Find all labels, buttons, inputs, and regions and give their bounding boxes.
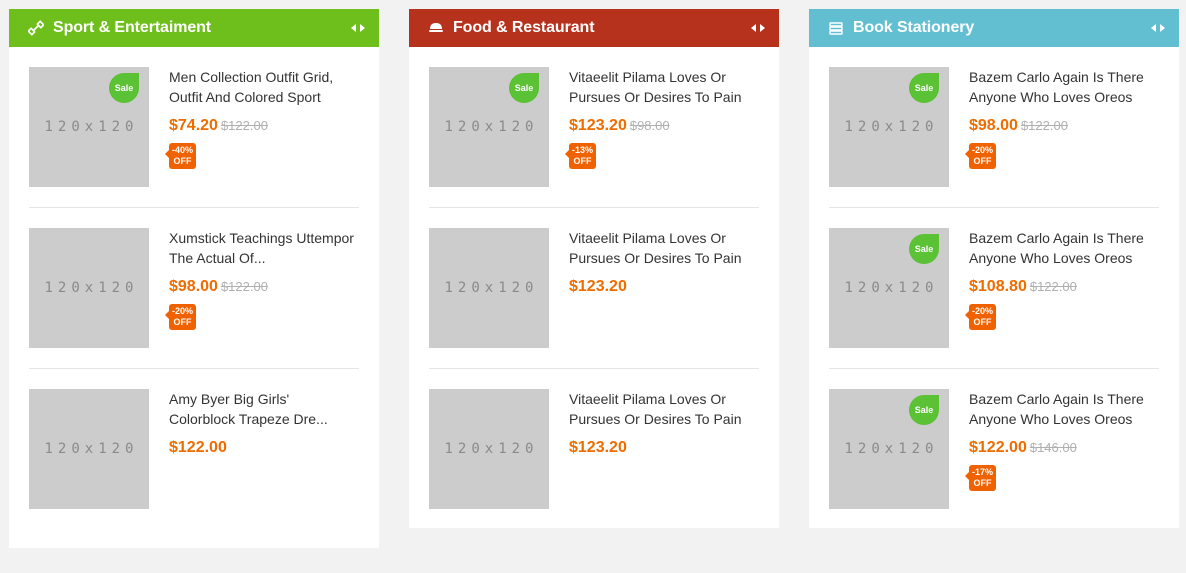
product-item: 120x120 Sale Bazem Carlo Again Is There …: [829, 47, 1159, 208]
discount-percent: -40%: [172, 145, 194, 155]
product-item: 120x120 Vitaeelit Pilama Loves Or Pursue…: [429, 208, 759, 369]
product-thumbnail[interactable]: 120x120 Sale: [429, 67, 549, 187]
product-old-price: $122.00: [220, 279, 268, 294]
product-item: 120x120 Vitaeelit Pilama Loves Or Pursue…: [429, 369, 759, 530]
product-thumbnail[interactable]: 120x120 Sale: [829, 228, 949, 348]
arrow-left-icon[interactable]: [1151, 24, 1156, 32]
product-item: 120x120 Sale Bazem Carlo Again Is There …: [829, 208, 1159, 369]
carousel-nav[interactable]: [349, 20, 367, 36]
arrow-right-icon[interactable]: [760, 24, 765, 32]
panel-header: Book Stationery: [809, 9, 1179, 47]
product-thumbnail[interactable]: 120x120: [429, 389, 549, 509]
discount-percent: -13%: [572, 145, 594, 155]
discount-off: OFF: [973, 317, 992, 327]
arrow-right-icon[interactable]: [1160, 24, 1165, 32]
carousel-nav[interactable]: [1149, 20, 1167, 36]
product-price: $123.20: [569, 439, 627, 456]
sale-badge: Sale: [109, 73, 139, 103]
sale-badge: Sale: [909, 73, 939, 103]
product-list: 120x120 Sale Bazem Carlo Again Is There …: [809, 47, 1179, 530]
discount-badge: -20% OFF: [965, 304, 996, 330]
discount-badge: -13% OFF: [565, 143, 596, 169]
product-old-price: $98.00: [629, 118, 670, 133]
panel-header: Food & Restaurant: [409, 9, 779, 47]
product-list: 120x120 Sale Men Collection Outfit Grid,…: [9, 47, 379, 530]
panel-title: Sport & Entertaiment: [53, 19, 212, 36]
product-thumbnail[interactable]: 120x120 Sale: [829, 67, 949, 187]
panel-sport-entertainment: Sport & Entertaiment 120x120 Sale Men Co…: [9, 9, 379, 548]
product-title[interactable]: Bazem Carlo Again Is There Anyone Who Lo…: [969, 389, 1159, 429]
product-price: $98.00: [969, 117, 1018, 134]
product-thumbnail[interactable]: 120x120: [29, 389, 149, 509]
product-old-price: $122.00: [1029, 279, 1077, 294]
discount-off: OFF: [173, 317, 192, 327]
thumbnail-placeholder: 120x120: [844, 280, 939, 296]
product-thumbnail[interactable]: 120x120 Sale: [29, 67, 149, 187]
product-price: $122.00: [969, 439, 1027, 456]
product-price: $122.00: [169, 439, 227, 456]
thumbnail-placeholder: 120x120: [444, 119, 539, 135]
product-thumbnail[interactable]: 120x120: [429, 228, 549, 348]
panel-title: Book Stationery: [853, 19, 975, 36]
discount-off: OFF: [573, 156, 592, 166]
product-item: 120x120 Xumstick Teachings Uttempor The …: [29, 208, 359, 369]
arrow-left-icon[interactable]: [351, 24, 356, 32]
discount-percent: -20%: [172, 306, 194, 316]
discount-badge: -20% OFF: [165, 304, 196, 330]
discount-off: OFF: [173, 156, 192, 166]
food-icon: [427, 19, 445, 37]
product-title[interactable]: Xumstick Teachings Uttempor The Actual O…: [169, 228, 359, 268]
arrow-left-icon[interactable]: [751, 24, 756, 32]
product-price: $98.00: [169, 278, 218, 295]
product-price: $123.20: [569, 278, 627, 295]
sale-badge: Sale: [509, 73, 539, 103]
product-title[interactable]: Vitaeelit Pilama Loves Or Pursues Or Des…: [569, 228, 759, 268]
panel-title: Food & Restaurant: [453, 19, 595, 36]
product-item: 120x120 Sale Vitaeelit Pilama Loves Or P…: [429, 47, 759, 208]
thumbnail-placeholder: 120x120: [444, 280, 539, 296]
product-old-price: $146.00: [1029, 440, 1077, 455]
sale-badge: Sale: [909, 234, 939, 264]
panel-food-restaurant: Food & Restaurant 120x120 Sale Vitaeelit…: [409, 9, 779, 528]
carousel-nav[interactable]: [749, 20, 767, 36]
panel-book-stationery: Book Stationery 120x120 Sale Bazem Carlo…: [809, 9, 1179, 528]
product-thumbnail[interactable]: 120x120: [29, 228, 149, 348]
discount-badge: -20% OFF: [965, 143, 996, 169]
product-price: $123.20: [569, 117, 627, 134]
thumbnail-placeholder: 120x120: [44, 441, 139, 457]
discount-off: OFF: [973, 478, 992, 488]
sale-badge: Sale: [909, 395, 939, 425]
discount-badge: -17% OFF: [965, 465, 996, 491]
thumbnail-placeholder: 120x120: [844, 119, 939, 135]
discount-percent: -20%: [972, 145, 994, 155]
discount-badge: -40% OFF: [165, 143, 196, 169]
thumbnail-placeholder: 120x120: [844, 441, 939, 457]
panel-header: Sport & Entertaiment: [9, 9, 379, 47]
discount-percent: -17%: [972, 467, 994, 477]
discount-off: OFF: [973, 156, 992, 166]
thumbnail-placeholder: 120x120: [44, 119, 139, 135]
product-old-price: $122.00: [220, 118, 268, 133]
dumbbell-icon: [27, 19, 45, 37]
product-item: 120x120 Amy Byer Big Girls' Colorblock T…: [29, 369, 359, 530]
discount-percent: -20%: [972, 306, 994, 316]
product-title[interactable]: Bazem Carlo Again Is There Anyone Who Lo…: [969, 67, 1159, 107]
product-title[interactable]: Vitaeelit Pilama Loves Or Pursues Or Des…: [569, 389, 759, 429]
product-title[interactable]: Men Collection Outfit Grid, Outfit And C…: [169, 67, 359, 107]
product-thumbnail[interactable]: 120x120 Sale: [829, 389, 949, 509]
product-title[interactable]: Vitaeelit Pilama Loves Or Pursues Or Des…: [569, 67, 759, 107]
product-item: 120x120 Sale Bazem Carlo Again Is There …: [829, 369, 1159, 530]
product-price: $74.20: [169, 117, 218, 134]
product-old-price: $122.00: [1020, 118, 1068, 133]
books-icon: [827, 19, 845, 37]
product-price: $108.80: [969, 278, 1027, 295]
arrow-right-icon[interactable]: [360, 24, 365, 32]
product-list: 120x120 Sale Vitaeelit Pilama Loves Or P…: [409, 47, 779, 530]
product-item: 120x120 Sale Men Collection Outfit Grid,…: [29, 47, 359, 208]
thumbnail-placeholder: 120x120: [444, 441, 539, 457]
product-title[interactable]: Bazem Carlo Again Is There Anyone Who Lo…: [969, 228, 1159, 268]
product-title[interactable]: Amy Byer Big Girls' Colorblock Trapeze D…: [169, 389, 359, 429]
thumbnail-placeholder: 120x120: [44, 280, 139, 296]
